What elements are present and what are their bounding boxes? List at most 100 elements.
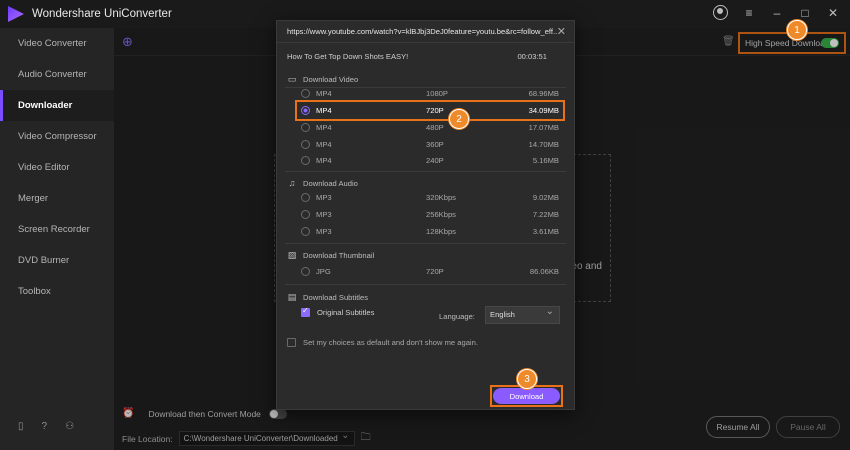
section-label: Download Subtitles (303, 293, 369, 302)
radio-button[interactable] (301, 155, 310, 165)
section-download-audio: ♫ Download Audio (287, 178, 358, 188)
option-quality: 720P (426, 266, 444, 276)
sidebar-item-audio-converter[interactable]: Audio Converter (0, 59, 114, 90)
audio-option-256kbps[interactable]: MP3 256Kbps 7.22MB (301, 206, 559, 222)
step-badge-2: 2 (449, 109, 469, 129)
section-label: Download Thumbnail (303, 251, 375, 260)
original-subtitles-row[interactable]: Original Subtitles (301, 306, 375, 317)
set-default-checkbox[interactable] (287, 338, 296, 347)
audio-option-128kbps[interactable]: MP3 128Kbps 3.61MB (301, 223, 559, 239)
maximize-icon[interactable]: □ (798, 6, 812, 20)
video-option-1080p[interactable]: MP4 1080P 68.96MB (301, 85, 559, 101)
option-format: MP3 (316, 192, 332, 202)
section-download-video: ▭ Download Video (287, 74, 358, 85)
sidebar-item-video-editor[interactable]: Video Editor (0, 152, 114, 183)
option-format: MP3 (316, 209, 332, 219)
music-note-icon: ♫ (288, 178, 296, 188)
sidebar-item-label: Screen Recorder (18, 224, 90, 235)
option-quality: 360P (426, 139, 444, 149)
subtitles-icon: ▤ (287, 292, 297, 302)
option-size: 14.70MB (528, 139, 559, 149)
menu-icon[interactable]: ≡ (742, 6, 756, 20)
section-label: Download Audio (303, 178, 358, 188)
set-default-row[interactable]: Set my choices as default and don't show… (287, 338, 478, 347)
video-option-240p[interactable]: MP4 240P 5.16MB (301, 152, 559, 168)
sidebar-item-label: Audio Converter (18, 69, 87, 80)
option-format: MP3 (316, 226, 332, 236)
sidebar-item-label: Video Compressor (18, 131, 97, 142)
divider (285, 284, 566, 285)
section-download-thumbnail: ▨ Download Thumbnail (287, 250, 374, 261)
option-quality: 320Kbps (426, 192, 456, 202)
image-icon: ▨ (287, 250, 297, 260)
sidebar-item-merger[interactable]: Merger (0, 183, 114, 214)
selection-highlight (295, 100, 565, 121)
audio-option-320kbps[interactable]: MP3 320Kbps 9.02MB (301, 189, 559, 205)
option-format: MP4 (316, 155, 332, 165)
app-window: Wondershare UniConverter ≡ – □ ✕ Video C… (0, 0, 850, 450)
radio-button[interactable] (301, 209, 310, 219)
option-size: 7.22MB (532, 209, 559, 219)
sidebar-item-label: Toolbox (18, 286, 51, 297)
option-format: MP4 (316, 122, 332, 132)
language-label: Language: (439, 312, 475, 321)
sidebar-item-label: Video Converter (18, 38, 87, 49)
video-url: https://www.youtube.com/watch?v=klBJbj3D… (287, 27, 557, 36)
option-quality: 1080P (426, 88, 448, 98)
book-icon[interactable]: ▯ (18, 421, 24, 432)
section-label: Download Video (303, 75, 359, 84)
option-size: 68.96MB (528, 88, 559, 98)
download-options-dialog: https://www.youtube.com/watch?v=klBJbj3D… (276, 20, 575, 410)
option-format: MP4 (316, 139, 332, 149)
sidebar-item-label: Video Editor (18, 162, 70, 173)
option-size: 5.16MB (532, 155, 559, 165)
users-icon[interactable]: ⚇ (65, 421, 74, 432)
option-quality: 240P (426, 155, 444, 165)
option-format: JPG (316, 266, 331, 276)
user-account-icon[interactable] (713, 5, 728, 20)
sidebar: Video Converter Audio Converter Download… (0, 28, 114, 450)
step-badge-3: 3 (517, 369, 537, 389)
step-badge-1: 1 (787, 20, 807, 40)
option-size: 86.06KB (529, 266, 559, 276)
close-icon[interactable]: ✕ (826, 6, 840, 20)
minimize-icon[interactable]: – (770, 6, 784, 20)
radio-button[interactable] (301, 266, 310, 276)
window-controls: ≡ – □ ✕ (713, 5, 840, 20)
app-title: Wondershare UniConverter (32, 8, 172, 20)
dialog-close-icon[interactable]: ✕ (557, 25, 566, 38)
sidebar-item-screen-recorder[interactable]: Screen Recorder (0, 214, 114, 245)
option-size: 9.02MB (532, 192, 559, 202)
sidebar-item-video-converter[interactable]: Video Converter (0, 28, 114, 59)
radio-button[interactable] (301, 139, 310, 149)
sidebar-item-label: DVD Burner (18, 255, 70, 266)
original-subtitles-checkbox[interactable] (301, 306, 310, 317)
download-button[interactable]: Download (493, 388, 560, 404)
sidebar-item-label: Downloader (18, 100, 73, 111)
radio-button[interactable] (301, 226, 310, 236)
help-icon[interactable]: ? (42, 421, 48, 432)
sidebar-item-toolbox[interactable]: Toolbox (0, 276, 114, 307)
app-logo-icon (8, 6, 24, 22)
video-duration: 00:03:51 (517, 52, 547, 61)
sidebar-item-downloader[interactable]: Downloader (0, 90, 114, 121)
radio-button[interactable] (301, 88, 310, 98)
set-default-label: Set my choices as default and don't show… (303, 338, 478, 347)
option-quality: 128Kbps (426, 226, 456, 236)
radio-button[interactable] (301, 192, 310, 202)
option-size: 3.61MB (532, 226, 559, 236)
radio-button[interactable] (301, 122, 310, 132)
sidebar-item-label: Merger (18, 193, 49, 204)
sidebar-item-dvd-burner[interactable]: DVD Burner (0, 245, 114, 276)
video-title: How To Get Top Down Shots EASY! (287, 52, 409, 61)
sidebar-item-video-compressor[interactable]: Video Compressor (0, 121, 114, 152)
divider (285, 243, 566, 244)
video-option-480p[interactable]: MP4 480P 17.07MB (301, 119, 559, 135)
section-download-subtitles: ▤ Download Subtitles (287, 292, 368, 303)
original-subtitles-label: Original Subtitles (317, 308, 375, 317)
divider (285, 171, 566, 172)
video-option-360p[interactable]: MP4 360P 14.70MB (301, 136, 559, 152)
option-size: 17.07MB (528, 122, 559, 132)
language-select[interactable]: English (485, 304, 560, 324)
thumbnail-option-jpg[interactable]: JPG 720P 86.06KB (301, 263, 559, 279)
